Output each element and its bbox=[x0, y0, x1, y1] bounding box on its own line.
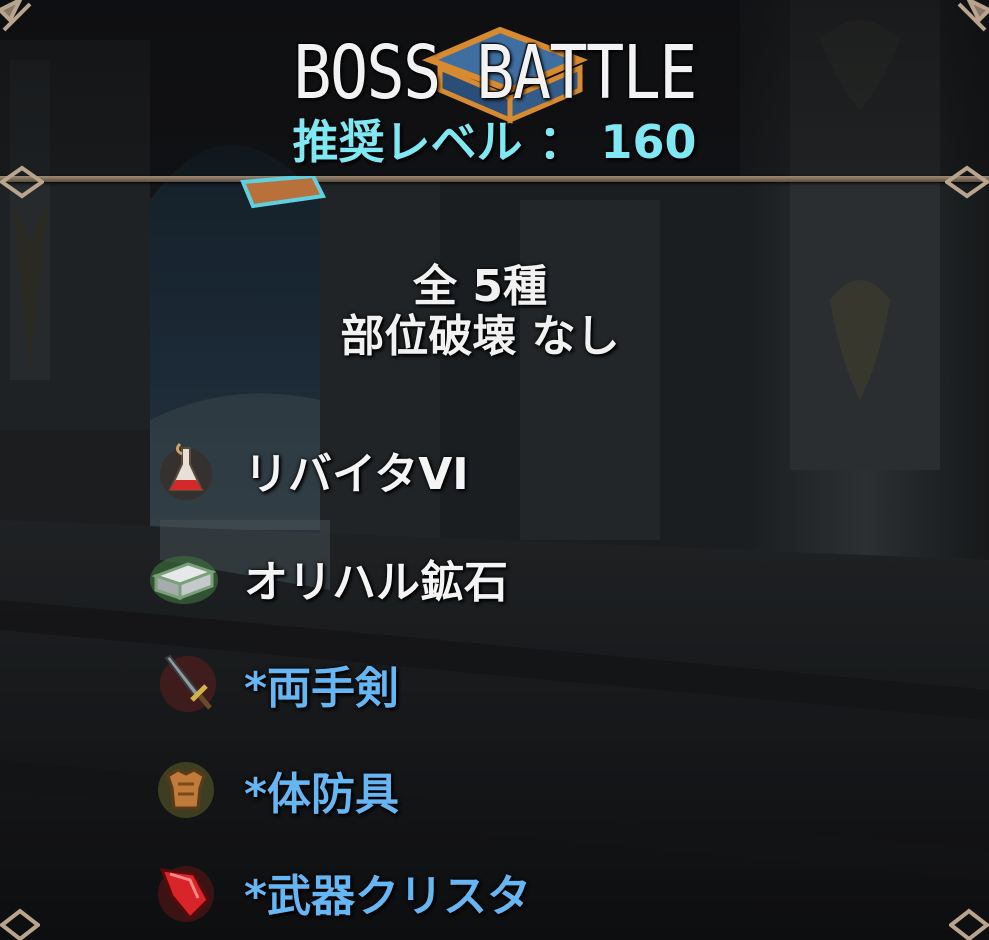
drop-item-two-handed-sword: *両手剣 bbox=[156, 652, 399, 716]
drop-item-label: *両手剣 bbox=[244, 663, 400, 714]
drop-item-orichalcum: オリハル鉱石 bbox=[148, 546, 508, 610]
part-breakage-status: 部位破壊 なし bbox=[340, 311, 620, 362]
drop-item-weapon-crystal: *武器クリスタ bbox=[154, 860, 531, 924]
drop-item-label: リバイタVI bbox=[244, 449, 469, 500]
ingot-icon bbox=[148, 546, 220, 610]
drop-item-label: *体防具 bbox=[244, 769, 400, 820]
header-divider bbox=[0, 176, 989, 182]
drop-item-label: オリハル鉱石 bbox=[244, 557, 508, 608]
corner-ornament-icon bbox=[0, 165, 44, 199]
sword-icon bbox=[156, 652, 220, 716]
treasure-chest-icon bbox=[240, 176, 327, 209]
armor-icon bbox=[154, 758, 218, 822]
potion-icon bbox=[154, 438, 218, 502]
corner-ornament-icon bbox=[945, 165, 989, 199]
drop-item-label: *武器クリスタ bbox=[244, 871, 532, 922]
corner-ornament-icon bbox=[949, 908, 989, 940]
corner-ornament-icon bbox=[0, 0, 32, 32]
page-title: BOSS BATTLE bbox=[293, 30, 697, 116]
drop-item-revita: リバイタVI bbox=[154, 438, 469, 502]
corner-ornament-icon bbox=[957, 0, 989, 32]
drop-item-body-armor: *体防具 bbox=[154, 758, 399, 822]
corner-ornament-icon bbox=[0, 908, 40, 940]
recommended-level: 推奨レベル ： 160 bbox=[292, 115, 697, 169]
boss-battle-header: BOSS BATTLE 推奨レベル ： 160 bbox=[0, 0, 989, 181]
crystal-icon bbox=[154, 860, 218, 924]
